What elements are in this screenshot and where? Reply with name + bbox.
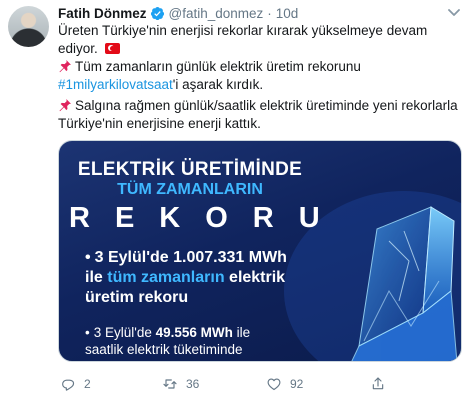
- like-icon: [267, 378, 281, 391]
- retweet-count: 36: [186, 377, 200, 391]
- paragraph-2-after: 'i aşarak kırdık.: [172, 76, 264, 92]
- bullet-1-mid-post: elektrik: [224, 269, 286, 286]
- paragraph-2-before: Tüm zamanların günlük elektrik üretim re…: [75, 59, 361, 74]
- bullet-2-strong: 49.556 MWh: [155, 325, 233, 340]
- reply-count: 2: [84, 377, 91, 391]
- tweet-media-image[interactable]: ELEKTRİK ÜRETİMİNDE TÜM ZAMANLARIN REKOR…: [58, 140, 462, 362]
- bullet-mark: •: [85, 249, 91, 266]
- tweet-actions: 2 36 92: [58, 376, 458, 394]
- like-count: 92: [290, 377, 304, 391]
- tweet-timestamp[interactable]: 10d: [276, 6, 299, 21]
- bullet-2-post: ile: [232, 325, 251, 340]
- like-button[interactable]: 92: [266, 376, 303, 392]
- author-name[interactable]: Fatih Dönmez: [58, 6, 147, 21]
- reply-button[interactable]: 2: [60, 376, 91, 392]
- media-bullet-1: • 3 Eylül'de 1.007.331 MWh ile tüm zamanl…: [85, 248, 315, 308]
- tweet-paragraph-2: Tüm zamanların günlük elektrik üretim re…: [58, 58, 462, 93]
- header-separator: ·: [267, 5, 272, 21]
- share-icon: [372, 377, 384, 390]
- tweet-header: Fatih Dönmez @fatih_donmez · 10d: [58, 5, 298, 21]
- retweet-button[interactable]: 36: [162, 376, 199, 392]
- media-heading-2: TÜM ZAMANLARIN: [117, 181, 263, 198]
- verified-badge-icon: [150, 6, 164, 20]
- hashtag-link[interactable]: #1milyarkilovatsaat: [58, 77, 173, 92]
- bullet-mark: •: [85, 325, 90, 340]
- avatar[interactable]: [8, 6, 49, 47]
- author-handle[interactable]: @fatih_donmez: [169, 6, 264, 21]
- media-bullet-2: • 3 Eylül'de 49.556 MWh ile saatlik elekt…: [85, 324, 315, 358]
- tweet-paragraph-3: Salgına rağmen günlük/saatlik elektrik ü…: [58, 97, 462, 132]
- bullet-1-highlight: tüm zamanların: [107, 269, 225, 286]
- bullet-1-line-1: 3 Eylül'de 1.007.331 MWh: [94, 249, 287, 266]
- bullet-1-line-3: üretim rekoru: [85, 289, 189, 306]
- pin-icon: [59, 99, 71, 112]
- retweet-icon: [163, 379, 177, 389]
- tweet[interactable]: Fatih Dönmez @fatih_donmez · 10d Üreten …: [0, 0, 472, 402]
- tweet-text-line1: Üreten Türkiye'nin enerjisi rekorlar kır…: [58, 22, 462, 57]
- paragraph-3-text: Salgına rağmen günlük/saatlik elektrik ü…: [58, 98, 458, 131]
- pin-icon: [59, 60, 71, 73]
- media-heading-3: REKORU: [69, 202, 345, 234]
- bullet-2-line-2: saatlik elektrik tüketiminde: [85, 342, 243, 357]
- bullet-2-pre: 3 Eylül'de: [93, 325, 156, 340]
- turkey-flag-icon: [104, 42, 120, 54]
- media-heading-1: ELEKTRİK ÜRETİMİNDE: [77, 159, 303, 180]
- reply-icon: [62, 379, 75, 391]
- bullet-1-mid-pre: ile: [85, 269, 108, 286]
- caret-down-icon[interactable]: [448, 9, 460, 17]
- share-button[interactable]: [370, 376, 394, 392]
